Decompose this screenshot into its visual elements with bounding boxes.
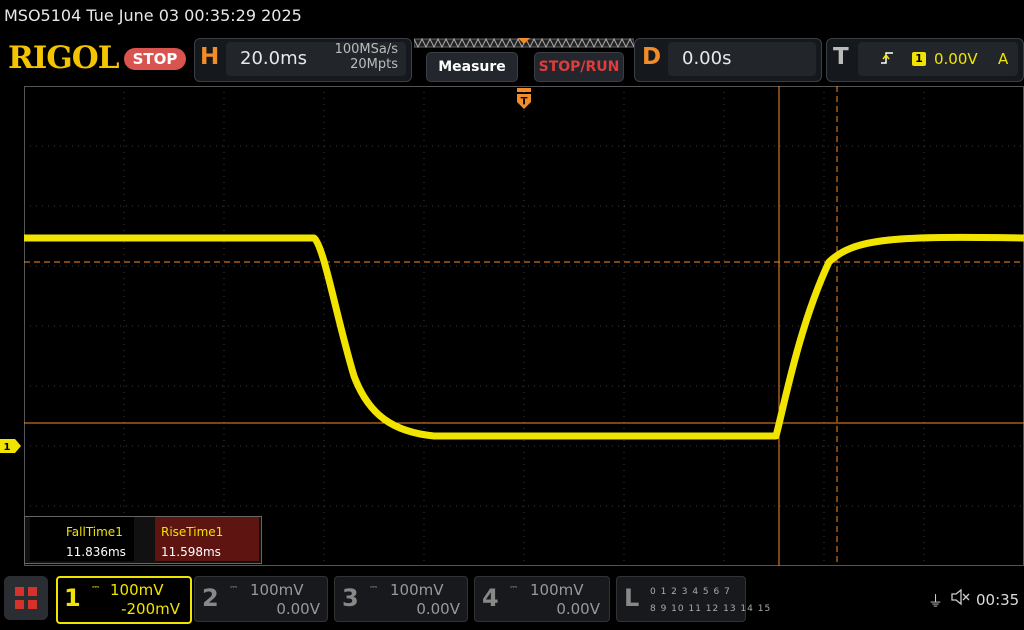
brand-logo: RIGOL: [8, 40, 120, 76]
run-state-badge[interactable]: STOP: [124, 48, 186, 70]
sample-rate: 100MSa/s: [334, 42, 398, 57]
title-bar: MSO5104 Tue June 03 00:35:29 2025: [0, 0, 1024, 34]
delay-value: 0.00s: [682, 48, 732, 69]
svg-text:1: 1: [4, 442, 11, 453]
channel-3-offset: 0.00V: [416, 600, 460, 618]
measurement-name: RiseTime1: [161, 525, 224, 539]
trigger-level: 0.00V: [934, 50, 978, 68]
stop-run-button[interactable]: STOP/RUN: [534, 52, 624, 82]
clock: 00:35: [976, 591, 1020, 609]
channel-1-trace: [24, 233, 1024, 440]
horizontal-letter: H: [200, 44, 220, 70]
channel-4-scale: 100mV: [530, 581, 584, 599]
measurement-rise-time: RiseTime1 11.598ms: [155, 517, 259, 561]
channel-4-number: 4: [482, 584, 499, 612]
channel-1-marker[interactable]: 1: [0, 439, 22, 453]
measure-button[interactable]: Measure: [426, 52, 518, 82]
trigger-mode: A: [998, 50, 1009, 68]
window-title: MSO5104 Tue June 03 00:35:29 2025: [4, 6, 302, 25]
dc-coupling-icon: ⎓: [510, 583, 518, 593]
measurement-value: 11.836ms: [66, 545, 126, 559]
logic-channels-row-1: 0 1 2 3 4 5 6 7: [650, 587, 731, 597]
measurement-fall-time: FallTime1 11.836ms: [30, 517, 134, 561]
trigger-source-badge: 1: [912, 52, 926, 66]
channel-3-scale: 100mV: [390, 581, 444, 599]
speaker-muted-icon[interactable]: [950, 588, 970, 606]
usb-icon: ⏚: [928, 592, 944, 610]
logic-channels-row-2: 8 9 10 11 12 13 14 15: [650, 604, 772, 614]
channel-1-scale: 100mV: [110, 581, 164, 599]
measurement-name: FallTime1: [66, 525, 123, 539]
channel-4-offset: 0.00V: [556, 600, 600, 618]
memory-depth: 20Mpts: [350, 57, 398, 72]
rising-edge-icon: [881, 52, 893, 64]
trigger-letter: T: [833, 44, 849, 70]
channel-2-number: 2: [202, 584, 219, 612]
measurement-value: 11.598ms: [161, 545, 221, 559]
dc-coupling-icon: ⎓: [230, 583, 238, 593]
grid-menu-icon[interactable]: [4, 576, 48, 620]
waveform-grid[interactable]: [24, 86, 1024, 566]
delay-letter: D: [642, 44, 662, 70]
channel-3-number: 3: [342, 584, 359, 612]
logic-analyzer-letter: L: [624, 584, 640, 612]
channel-1-number: 1: [64, 584, 81, 612]
channel-1-offset: -200mV: [121, 600, 180, 618]
timebase-value: 20.0ms: [240, 48, 307, 69]
dc-coupling-icon: ⎓: [370, 583, 378, 593]
memory-timeline: [414, 38, 634, 48]
channel-2-scale: 100mV: [250, 581, 304, 599]
dc-coupling-icon: ⎓: [92, 583, 100, 593]
channel-2-offset: 0.00V: [276, 600, 320, 618]
